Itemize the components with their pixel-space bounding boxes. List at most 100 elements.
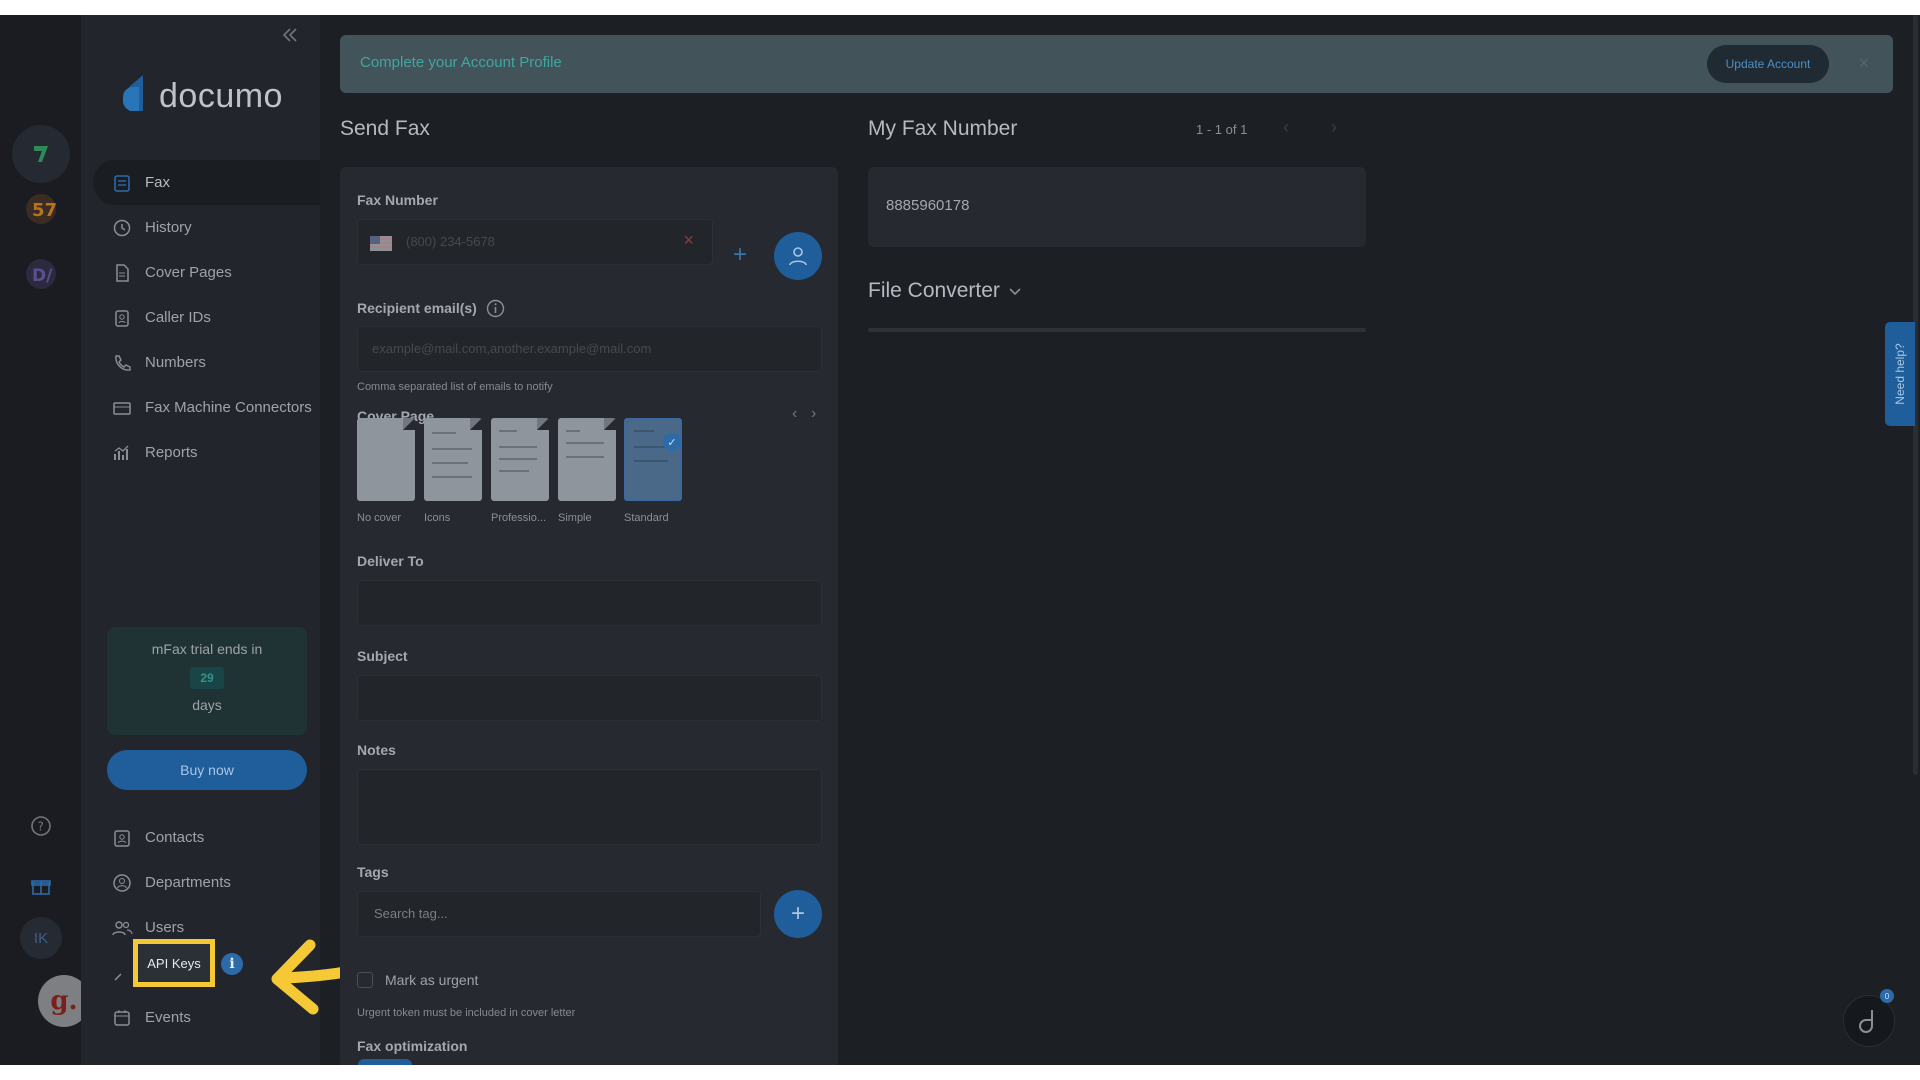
fax-machine-icon (111, 397, 133, 419)
calendar-icon (111, 1007, 133, 1029)
nav-item-caller-ids[interactable]: Caller IDs (93, 295, 320, 340)
gift-icon[interactable] (20, 865, 62, 907)
profile-avatar[interactable]: IK (20, 917, 62, 959)
urgent-checkbox[interactable] (357, 972, 373, 988)
app-rail: 57 D/ ? IK g. (0, 15, 90, 1065)
cover-label: Professio... (491, 512, 547, 524)
cover-thumb-standard[interactable] (624, 418, 682, 501)
documo-app-icon[interactable] (12, 125, 70, 183)
tags-label: Tags (357, 864, 389, 880)
cover-thumb-no-cover[interactable] (357, 418, 415, 501)
users-icon (111, 917, 133, 939)
subject-label: Subject (357, 648, 408, 664)
fax-number-card[interactable]: 8885960178 (868, 167, 1366, 247)
need-help-tab[interactable]: Need help? (1885, 322, 1915, 426)
nav-label: Users (145, 919, 185, 936)
fax-number-value: 8885960178 (886, 197, 970, 214)
trial-days-count: 29 (190, 667, 224, 689)
cover-next-icon[interactable]: › (811, 405, 816, 423)
nav-item-fax-machine-connectors[interactable]: Fax Machine Connectors (93, 385, 320, 430)
recipient-email-input[interactable]: example@mail.com,another.example@mail.co… (357, 326, 822, 372)
cover-label: No cover (357, 512, 402, 524)
nav-item-contacts[interactable]: Contacts (93, 815, 320, 860)
help-icon[interactable]: ? (20, 805, 62, 847)
recipient-hint: Comma separated list of emails to notify (357, 381, 553, 393)
cover-thumb-professional[interactable] (491, 418, 549, 501)
nav-label: History (145, 219, 192, 236)
clear-number-icon[interactable]: × (683, 230, 694, 251)
key-icon (111, 962, 133, 984)
nav-label: Caller IDs (145, 309, 211, 326)
app-switch-icon-2[interactable]: 57 (20, 188, 62, 230)
cover-thumb-icons[interactable] (424, 418, 482, 501)
cover-thumb-simple[interactable] (558, 418, 616, 501)
plus-icon: + (790, 900, 805, 927)
cover-prev-icon[interactable]: ‹ (792, 405, 797, 423)
nav-label: Contacts (145, 829, 205, 846)
app-frame: 57 D/ ? IK g. documo Fax History Cover P… (0, 15, 1920, 1065)
nav-label: Cover Pages (145, 264, 232, 281)
fax-number-placeholder: (800) 234-5678 (406, 234, 495, 249)
deliver-to-label: Deliver To (357, 553, 424, 569)
cover-label: Icons (424, 512, 451, 524)
info-icon[interactable]: i (221, 953, 243, 975)
fax-optimization-toggle[interactable] (358, 1059, 412, 1065)
add-number-icon[interactable]: + (733, 243, 747, 267)
file-converter-toggle[interactable]: File Converter (868, 279, 1022, 303)
svg-text:57: 57 (32, 200, 57, 221)
subject-input[interactable] (357, 675, 822, 721)
section-divider (868, 328, 1366, 332)
cover-label: Simple (558, 512, 592, 524)
app-switch-icon-3[interactable]: D/ (20, 253, 62, 295)
chat-badge: 0 (1880, 989, 1894, 1003)
nav-item-numbers[interactable]: Numbers (93, 340, 320, 385)
banner-text[interactable]: Complete your Account Profile (360, 54, 562, 71)
cover-label: Standard (624, 512, 669, 524)
collapse-sidebar-icon[interactable] (278, 23, 302, 47)
logo-text: documo (159, 77, 283, 115)
profile-banner: Complete your Account Profile Update Acc… (340, 35, 1893, 93)
phone-icon (111, 352, 133, 374)
urgent-hint: Urgent token must be included in cover l… (357, 1007, 576, 1019)
chevron-down-icon (1009, 288, 1021, 296)
contacts-icon (111, 827, 133, 849)
fax-optimization-label: Fax optimization (357, 1038, 468, 1054)
fax-number-label: Fax Number (357, 192, 438, 208)
buy-now-button[interactable]: Buy now (107, 750, 307, 790)
notes-textarea[interactable] (357, 769, 822, 845)
api-keys-highlight[interactable]: API Keys (133, 939, 215, 987)
deliver-to-input[interactable] (357, 580, 822, 626)
page-next-icon[interactable]: › (1331, 117, 1337, 138)
nav-label: Events (145, 1009, 191, 1026)
my-fax-number-title: My Fax Number (868, 117, 1018, 140)
need-help-label: Need help? (1893, 343, 1907, 405)
nav-item-reports[interactable]: Reports (93, 430, 320, 475)
file-converter-title: File Converter (868, 279, 1000, 302)
nav-item-cover-pages[interactable]: Cover Pages (93, 250, 320, 295)
notes-label: Notes (357, 742, 396, 758)
svg-text:?: ? (38, 820, 44, 834)
banner-close-icon[interactable]: × (1858, 53, 1869, 74)
recipient-info-icon[interactable] (486, 299, 505, 318)
nav-item-fax[interactable]: Fax (93, 160, 320, 205)
us-flag-icon (370, 236, 392, 251)
nav-item-history[interactable]: History (93, 205, 320, 250)
contacts-picker-button[interactable] (774, 232, 822, 280)
nav-label: Numbers (145, 354, 206, 371)
document-icon (111, 262, 133, 284)
fax-number-input[interactable]: (800) 234-5678 × (357, 219, 713, 265)
selected-check-icon: ✓ (663, 433, 681, 451)
departments-icon (111, 872, 133, 894)
trial-text: mFax trial ends in (151, 641, 263, 657)
pagination-text: 1 - 1 of 1 (1196, 122, 1248, 137)
page-prev-icon[interactable]: ‹ (1283, 117, 1289, 138)
tags-search-input[interactable]: Search tag... (357, 891, 761, 937)
chat-icon (1859, 1010, 1873, 1033)
send-fax-title: Send Fax (340, 117, 430, 140)
update-account-button[interactable]: Update Account (1707, 45, 1829, 83)
recipient-email-placeholder: example@mail.com,another.example@mail.co… (372, 341, 652, 356)
tags-placeholder: Search tag... (374, 906, 448, 921)
primary-nav: Fax History Cover Pages Caller IDs Numbe… (93, 160, 320, 475)
history-icon (111, 217, 133, 239)
add-tag-button[interactable]: + (774, 890, 822, 938)
